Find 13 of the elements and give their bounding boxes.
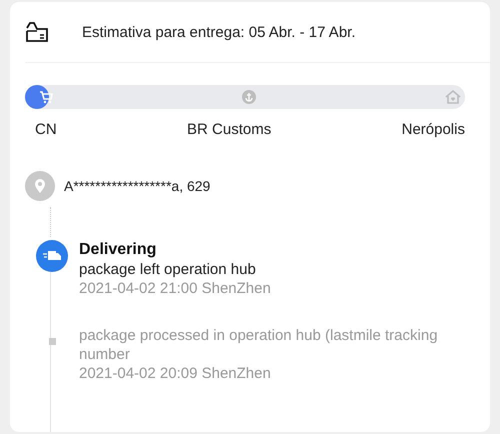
event-detail: package processed in operation hub (lastmile tracking number [79,326,439,364]
delivery-estimate: Estimativa para entrega: 05 Abr. - 17 Abr. [82,24,356,40]
event-time: 2021-04-02 21:00 ShenZhen [79,279,271,298]
event-status: Delivering [79,240,158,260]
package-icon [25,21,49,43]
stage-label: BR Customs [187,121,272,138]
event-detail: package left operation hub [79,260,257,279]
stage-label: CN [35,121,57,138]
truck-icon [36,240,68,272]
location-pin-icon [25,171,55,201]
event-time: 2021-04-02 20:09 ShenZhen [79,364,272,383]
address-text: A******************a, 629 [64,178,210,194]
stage-label: Nerópolis [402,121,465,138]
